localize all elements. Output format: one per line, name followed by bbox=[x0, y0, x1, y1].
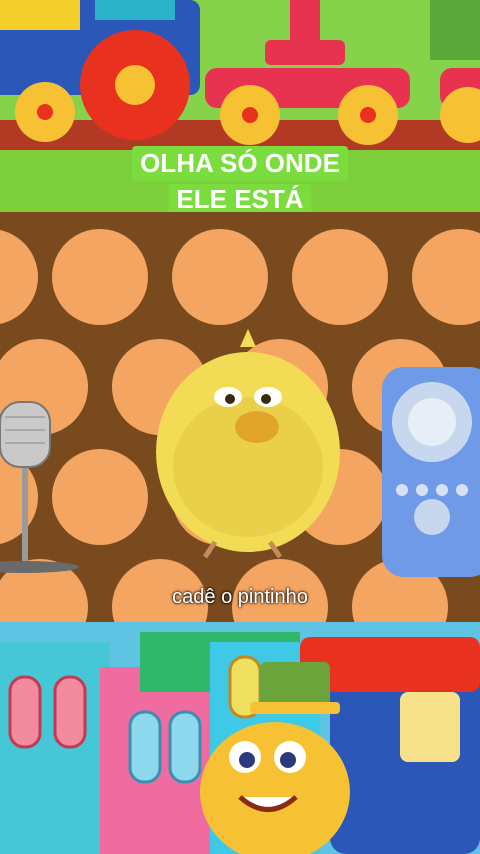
subtitle-text: cadê o pintinho bbox=[172, 586, 308, 608]
bottom-train-scene bbox=[0, 622, 480, 854]
chick-illustration bbox=[0, 212, 480, 622]
caption-line-2: ELE ESTÁ bbox=[168, 184, 312, 212]
houses-train-illustration bbox=[0, 622, 480, 854]
radio-icon bbox=[382, 367, 480, 577]
chick-scene: cadê o pintinho bbox=[0, 212, 480, 622]
top-train-scene: OLHA SÓ ONDE ELE ESTÁ bbox=[0, 0, 480, 212]
caption-line-1: OLHA SÓ ONDE bbox=[132, 146, 348, 181]
